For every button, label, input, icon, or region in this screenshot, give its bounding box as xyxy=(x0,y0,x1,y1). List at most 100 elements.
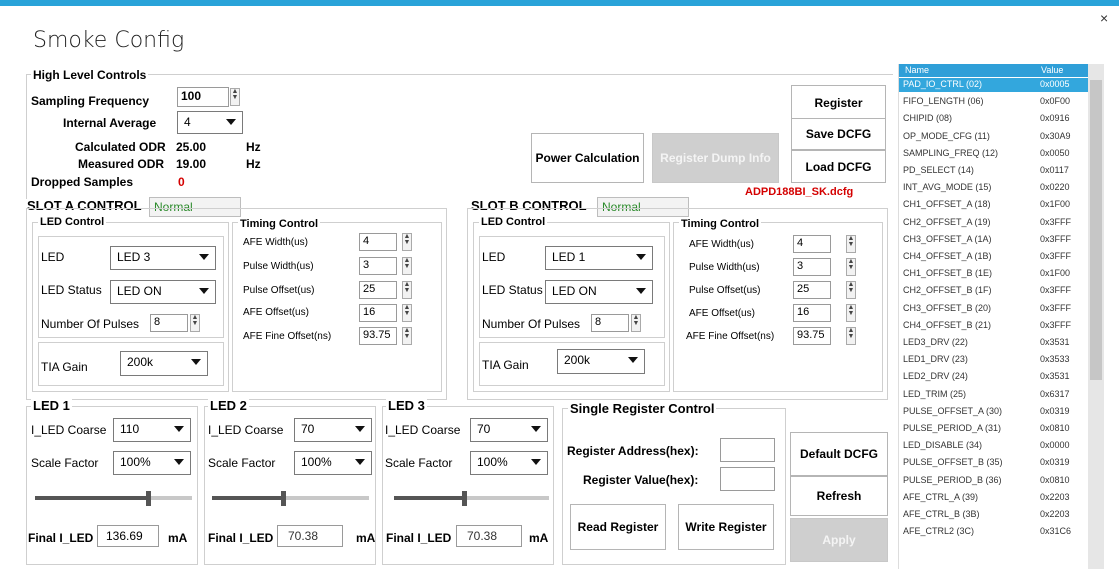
register-table-row[interactable]: PULSE_OFFSET_A (30) 0x0319 xyxy=(899,405,1089,419)
led2-title: LED 2 xyxy=(208,398,249,413)
slot-b-led-status-select[interactable]: LED ON xyxy=(545,280,653,304)
slot-a-led-select[interactable]: LED 3 xyxy=(110,246,216,270)
register-table-row[interactable]: FIFO_LENGTH (06) 0x0F00 xyxy=(899,95,1089,109)
register-table-row[interactable]: AFE_CTRL_B (3B) 0x2203 xyxy=(899,508,1089,522)
refresh-button[interactable]: Refresh xyxy=(790,476,888,516)
led1-scale-select[interactable]: 100% xyxy=(113,451,191,475)
register-table-row[interactable]: PAD_IO_CTRL (02) 0x0005 xyxy=(899,78,1089,92)
register-table-row[interactable]: PD_SELECT (14) 0x0117 xyxy=(899,164,1089,178)
default-dcfg-button[interactable]: Default DCFG xyxy=(790,432,888,476)
slot-b-afe-offset-spinner[interactable]: ▲ ▼ xyxy=(846,304,856,322)
register-table-row[interactable]: CH4_OFFSET_A (1B) 0x3FFF xyxy=(899,250,1089,264)
slot-a-afe-fine-offset-input[interactable]: 93.75 xyxy=(359,327,397,345)
slot-b-led-control-label: LED Control xyxy=(479,216,548,228)
register-table-row[interactable]: CH1_OFFSET_A (18) 0x1F00 xyxy=(899,198,1089,212)
led2-slider-thumb[interactable] xyxy=(280,491,286,506)
register-table-row[interactable]: AFE_CTRL2 (3C) 0x31C6 xyxy=(899,525,1089,539)
slot-a-pulses-spinner[interactable]: ▲ ▼ xyxy=(190,314,200,332)
read-register-button[interactable]: Read Register xyxy=(570,504,666,550)
register-value: 0x0916 xyxy=(1040,113,1070,124)
window-accent-bar xyxy=(0,0,1119,6)
led1-scale-label: Scale Factor xyxy=(31,456,99,470)
slot-a-afe-width-spinner[interactable]: ▲ ▼ xyxy=(402,233,412,251)
led3-scale-select[interactable]: 100% xyxy=(470,451,548,475)
slot-b-pulse-width-spinner[interactable]: ▲ ▼ xyxy=(846,258,856,276)
load-dcfg-button[interactable]: Load DCFG xyxy=(791,150,886,183)
save-dcfg-button[interactable]: Save DCFG xyxy=(791,118,886,150)
chevron-down-icon xyxy=(636,288,646,294)
slot-a-tia-gain-select[interactable]: 200k xyxy=(120,351,208,376)
register-table-row[interactable]: LED1_DRV (23) 0x3533 xyxy=(899,353,1089,367)
led1-coarse-select[interactable]: 110 xyxy=(113,418,191,442)
slot-b-pulse-width-input[interactable]: 3 xyxy=(793,258,831,276)
slot-b-pulses-spinner[interactable]: ▲ ▼ xyxy=(631,314,641,332)
slot-a-pulse-width-input[interactable]: 3 xyxy=(359,257,397,275)
slot-a-pulse-offset-spinner[interactable]: ▲ ▼ xyxy=(402,281,412,299)
slot-b-pulse-offset-input[interactable]: 25 xyxy=(793,281,831,299)
led3-scale-label: Scale Factor xyxy=(385,456,453,470)
slot-a-afe-offset-spinner[interactable]: ▲ ▼ xyxy=(402,304,412,322)
led2-coarse-select[interactable]: 70 xyxy=(294,418,372,442)
register-table-row[interactable]: CHIPID (08) 0x0916 xyxy=(899,112,1089,126)
register-table-row[interactable]: CH2_OFFSET_A (19) 0x3FFF xyxy=(899,216,1089,230)
led1-unit: mA xyxy=(168,531,188,545)
register-table-row[interactable]: CH4_OFFSET_B (21) 0x3FFF xyxy=(899,319,1089,333)
register-table-row[interactable]: AFE_CTRL_A (39) 0x2203 xyxy=(899,491,1089,505)
register-table-row[interactable]: SAMPLING_FREQ (12) 0x0050 xyxy=(899,147,1089,161)
register-table-row[interactable]: PULSE_PERIOD_A (31) 0x0810 xyxy=(899,422,1089,436)
slot-a-afe-width-input[interactable]: 4 xyxy=(359,233,397,251)
register-name: LED_TRIM (25) xyxy=(903,388,967,399)
register-button[interactable]: Register xyxy=(791,85,886,120)
register-table-row[interactable]: PULSE_PERIOD_B (36) 0x0810 xyxy=(899,474,1089,488)
register-address-input[interactable] xyxy=(720,438,775,462)
slot-a-afe-offset-input[interactable]: 16 xyxy=(359,304,397,322)
register-table-row[interactable]: INT_AVG_MODE (15) 0x0220 xyxy=(899,181,1089,195)
register-table-row[interactable]: LED2_DRV (24) 0x3531 xyxy=(899,370,1089,384)
led1-slider-thumb[interactable] xyxy=(146,491,152,506)
register-table-row[interactable]: CH3_OFFSET_B (20) 0x3FFF xyxy=(899,302,1089,316)
sampling-frequency-input[interactable]: 100 xyxy=(177,87,229,107)
slot-b-pulse-offset-spinner[interactable]: ▲ ▼ xyxy=(846,281,856,299)
power-calculation-button[interactable]: Power Calculation xyxy=(531,133,644,183)
register-table-header: Name Value xyxy=(899,64,1089,77)
slot-b-afe-fine-offset-input[interactable]: 93.75 xyxy=(793,327,831,345)
slot-b-afe-offset-input[interactable]: 16 xyxy=(793,304,831,322)
register-table-row[interactable]: LED_TRIM (25) 0x6317 xyxy=(899,388,1089,402)
register-table-scrollbar-thumb[interactable] xyxy=(1090,80,1102,380)
slot-b-tia-gain-select[interactable]: 200k xyxy=(557,349,645,374)
register-value: 0x3533 xyxy=(1040,354,1070,365)
internal-average-select[interactable]: 4 xyxy=(177,111,243,134)
register-table-row[interactable]: PULSE_OFFSET_B (35) 0x0319 xyxy=(899,456,1089,470)
slot-a-pulse-offset-input[interactable]: 25 xyxy=(359,281,397,299)
slot-b-afe-fine-offset-spinner[interactable]: ▲ ▼ xyxy=(846,327,856,345)
register-table-row[interactable]: CH1_OFFSET_B (1E) 0x1F00 xyxy=(899,267,1089,281)
register-value-input[interactable] xyxy=(720,467,775,491)
led3-coarse-select[interactable]: 70 xyxy=(470,418,548,442)
slot-a-pulses-input[interactable]: 8 xyxy=(150,314,188,332)
chevron-down-icon xyxy=(636,254,646,260)
close-icon[interactable]: × xyxy=(1100,10,1108,26)
write-register-button[interactable]: Write Register xyxy=(678,504,774,550)
register-table-row[interactable]: LED3_DRV (22) 0x3531 xyxy=(899,336,1089,350)
led3-slider-thumb[interactable] xyxy=(461,491,467,506)
slot-b-afe-width-input[interactable]: 4 xyxy=(793,235,831,253)
slot-b-led-label: LED xyxy=(482,250,506,264)
register-dump-info-button[interactable]: Register Dump Info xyxy=(652,133,779,183)
slot-a-pulse-width-spinner[interactable]: ▲ ▼ xyxy=(402,257,412,275)
slot-a-afe-fine-offset-spinner[interactable]: ▲ ▼ xyxy=(402,327,412,345)
slot-b-led-select[interactable]: LED 1 xyxy=(545,246,653,270)
slot-b-afe-width-spinner[interactable]: ▲ ▼ xyxy=(846,235,856,253)
apply-button[interactable]: Apply xyxy=(790,518,888,562)
register-name: INT_AVG_MODE (15) xyxy=(903,182,992,193)
slot-b-pulses-input[interactable]: 8 xyxy=(591,314,629,332)
register-table-row[interactable]: OP_MODE_CFG (11) 0x30A9 xyxy=(899,130,1089,144)
register-table-row[interactable]: CH2_OFFSET_B (1F) 0x3FFF xyxy=(899,284,1089,298)
slot-a-led-status-select[interactable]: LED ON xyxy=(110,280,216,304)
register-name: CH3_OFFSET_B (20) xyxy=(903,302,992,313)
chevron-down-icon xyxy=(628,357,638,363)
register-table-row[interactable]: LED_DISABLE (34) 0x0000 xyxy=(899,439,1089,453)
led2-scale-value: 100% xyxy=(301,455,332,469)
register-table-row[interactable]: CH3_OFFSET_A (1A) 0x3FFF xyxy=(899,233,1089,247)
led2-scale-select[interactable]: 100% xyxy=(294,451,372,475)
sampling-frequency-spinner[interactable]: ▲ ▼ xyxy=(230,88,240,106)
